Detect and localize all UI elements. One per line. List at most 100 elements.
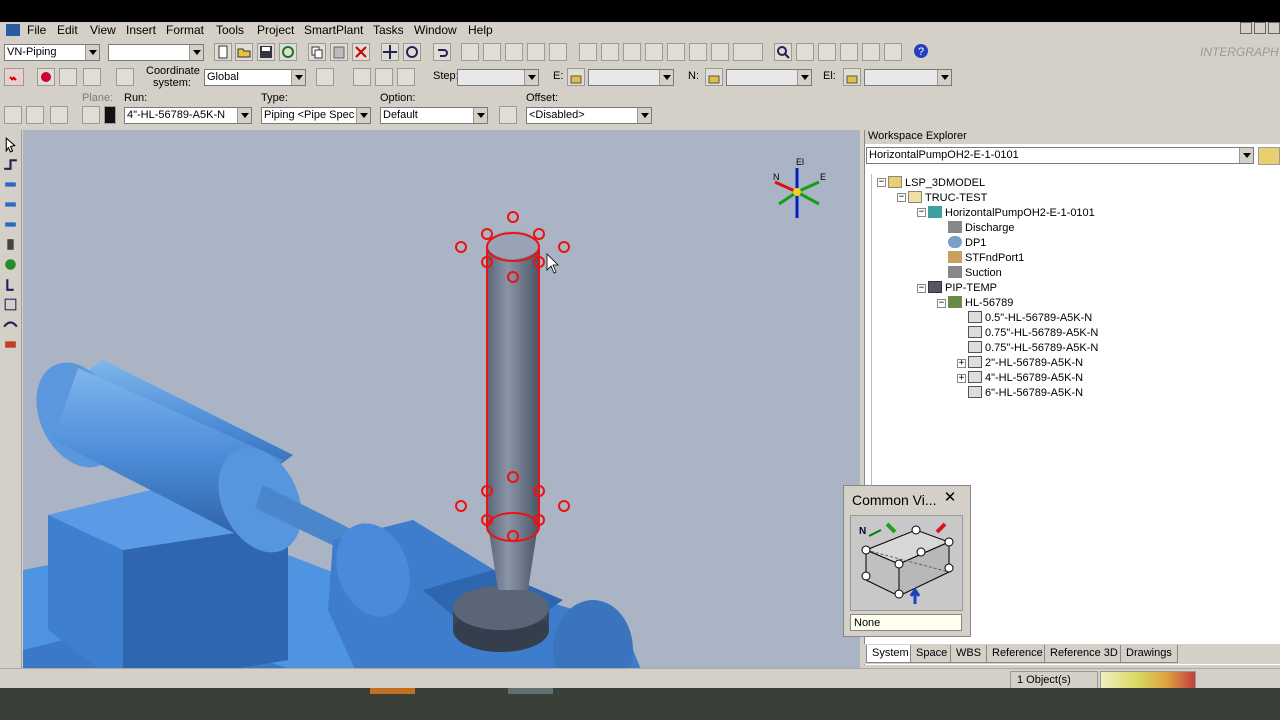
measure-icon[interactable] bbox=[83, 68, 101, 86]
save-icon[interactable] bbox=[257, 43, 275, 61]
tree-node-pip-temp[interactable]: PIP-TEMP bbox=[928, 281, 997, 295]
open-icon[interactable] bbox=[235, 43, 253, 61]
undo-icon[interactable] bbox=[433, 43, 451, 61]
insert-tap-icon[interactable] bbox=[2, 236, 19, 252]
tree-node-pump[interactable]: HorizontalPumpOH2-E-1-0101 bbox=[928, 206, 1095, 220]
insert-support-icon[interactable] bbox=[2, 276, 19, 292]
menu-edit[interactable]: Edit bbox=[57, 23, 78, 37]
graphic-view[interactable]: El N E bbox=[23, 130, 860, 687]
filter-tool-icon[interactable] bbox=[59, 68, 77, 86]
tree-collapse-icon[interactable]: − bbox=[877, 178, 886, 187]
menu-window[interactable]: Window bbox=[414, 23, 457, 37]
n-coordinate-input[interactable] bbox=[726, 69, 812, 86]
route-tool-icon-1[interactable] bbox=[4, 106, 22, 124]
filter-select[interactable] bbox=[108, 44, 204, 61]
insert-instrument-icon[interactable] bbox=[2, 256, 19, 272]
el-lock-icon[interactable] bbox=[843, 68, 861, 86]
copy-icon[interactable] bbox=[308, 43, 326, 61]
menu-format[interactable]: Format bbox=[166, 23, 204, 37]
tab-space[interactable]: Space bbox=[910, 645, 954, 663]
workspace-folder-icon[interactable] bbox=[1258, 147, 1280, 165]
zoom-icon[interactable] bbox=[774, 43, 792, 61]
tree-collapse-icon[interactable]: − bbox=[897, 193, 906, 202]
zoom-area-icon[interactable] bbox=[818, 43, 836, 61]
insert-spool-icon[interactable] bbox=[2, 296, 19, 312]
tree-expand-icon[interactable]: + bbox=[957, 359, 966, 368]
tree-node-discharge[interactable]: Discharge bbox=[948, 221, 1015, 235]
close-window-button[interactable] bbox=[1268, 22, 1280, 34]
n-lock-icon[interactable] bbox=[705, 68, 723, 86]
fit-icon[interactable] bbox=[840, 43, 858, 61]
new-icon[interactable] bbox=[214, 43, 232, 61]
view-icon-1[interactable] bbox=[579, 43, 597, 61]
tree-node-truc-test[interactable]: TRUC-TEST bbox=[908, 191, 987, 205]
restore-button[interactable] bbox=[1254, 22, 1266, 34]
menu-smartplant[interactable]: SmartPlant bbox=[304, 23, 363, 37]
paste-icon[interactable] bbox=[330, 43, 348, 61]
rotate-view-icon[interactable] bbox=[862, 43, 880, 61]
help-icon[interactable]: ? bbox=[913, 43, 931, 61]
select-tool-icon[interactable] bbox=[37, 68, 55, 86]
menu-tools[interactable]: Tools bbox=[216, 23, 244, 37]
tree-node-hl[interactable]: HL-56789 bbox=[948, 296, 1013, 310]
step-select[interactable] bbox=[457, 69, 539, 86]
delete-icon[interactable] bbox=[352, 43, 370, 61]
view-icon-4[interactable] bbox=[645, 43, 663, 61]
el-coordinate-input[interactable] bbox=[864, 69, 952, 86]
task-select[interactable]: VN-Piping bbox=[4, 44, 100, 61]
properties-icon[interactable] bbox=[116, 68, 134, 86]
workspace-filter-select[interactable]: HorizontalPumpOH2-E-1-0101 bbox=[866, 147, 1254, 164]
tab-drawings[interactable]: Drawings bbox=[1120, 645, 1178, 663]
pan-icon[interactable] bbox=[796, 43, 814, 61]
minimize-button[interactable] bbox=[1240, 22, 1252, 34]
insert-weld-icon[interactable] bbox=[2, 336, 19, 352]
menu-tasks[interactable]: Tasks bbox=[373, 23, 404, 37]
tree-node-dp1[interactable]: DP1 bbox=[948, 236, 986, 250]
e-lock-icon[interactable] bbox=[567, 68, 585, 86]
route-pipe-icon[interactable] bbox=[2, 156, 19, 172]
tree-node-root[interactable]: LSP_3DMODEL bbox=[888, 176, 985, 190]
refresh-icon[interactable] bbox=[279, 43, 297, 61]
menu-file[interactable]: File bbox=[27, 23, 46, 37]
tool-icon-3[interactable] bbox=[505, 43, 523, 61]
plane-color-swatch[interactable] bbox=[104, 106, 116, 124]
tool-icon-1[interactable] bbox=[461, 43, 479, 61]
route-tool-icon-2[interactable] bbox=[26, 106, 44, 124]
lock-x-icon[interactable] bbox=[353, 68, 371, 86]
taskbar-item[interactable] bbox=[508, 688, 553, 694]
tree-node-run[interactable]: 0.75"-HL-56789-A5K-N bbox=[968, 326, 1098, 340]
menu-insert[interactable]: Insert bbox=[126, 23, 156, 37]
tree-node-suction[interactable]: Suction bbox=[948, 266, 1002, 280]
tree-node-run[interactable]: 2"-HL-56789-A5K-N bbox=[968, 356, 1083, 370]
tool-icon-4[interactable] bbox=[527, 43, 545, 61]
tab-system[interactable]: System bbox=[866, 645, 915, 663]
tab-wbs[interactable]: WBS bbox=[950, 645, 988, 663]
view-dropdown-icon[interactable] bbox=[733, 43, 763, 61]
offset-select[interactable]: <Disabled> bbox=[526, 107, 652, 124]
view-icon-2[interactable] bbox=[601, 43, 619, 61]
view-icon-5[interactable] bbox=[667, 43, 685, 61]
tree-node-run[interactable]: 6"-HL-56789-A5K-N bbox=[968, 386, 1083, 400]
plane-icon[interactable] bbox=[82, 106, 100, 124]
menu-view[interactable]: View bbox=[90, 23, 116, 37]
tree-expand-icon[interactable]: + bbox=[957, 374, 966, 383]
lock-y-icon[interactable] bbox=[375, 68, 393, 86]
tree-collapse-icon[interactable]: − bbox=[917, 208, 926, 217]
view-icon-6[interactable] bbox=[689, 43, 707, 61]
view-icon-7[interactable] bbox=[711, 43, 729, 61]
option-select[interactable]: Default bbox=[380, 107, 488, 124]
menu-project[interactable]: Project bbox=[257, 23, 294, 37]
option-tool-icon[interactable] bbox=[499, 106, 517, 124]
route-spec-icon[interactable] bbox=[2, 316, 19, 332]
tool-icon-2[interactable] bbox=[483, 43, 501, 61]
insert-component-icon[interactable] bbox=[2, 176, 19, 192]
run-select[interactable]: 4"-HL-56789-A5K-N bbox=[124, 107, 252, 124]
menu-help[interactable]: Help bbox=[468, 23, 493, 37]
tree-node-run[interactable]: 0.5"-HL-56789-A5K-N bbox=[968, 311, 1092, 325]
tree-collapse-icon[interactable]: − bbox=[917, 284, 926, 293]
tree-node-run[interactable]: 0.75"-HL-56789-A5K-N bbox=[968, 341, 1098, 355]
coordinate-system-select[interactable]: Global bbox=[204, 69, 306, 86]
view-cube[interactable] bbox=[850, 515, 963, 611]
coord-tool-icon[interactable] bbox=[316, 68, 334, 86]
route-tool-icon-3[interactable] bbox=[50, 106, 68, 124]
